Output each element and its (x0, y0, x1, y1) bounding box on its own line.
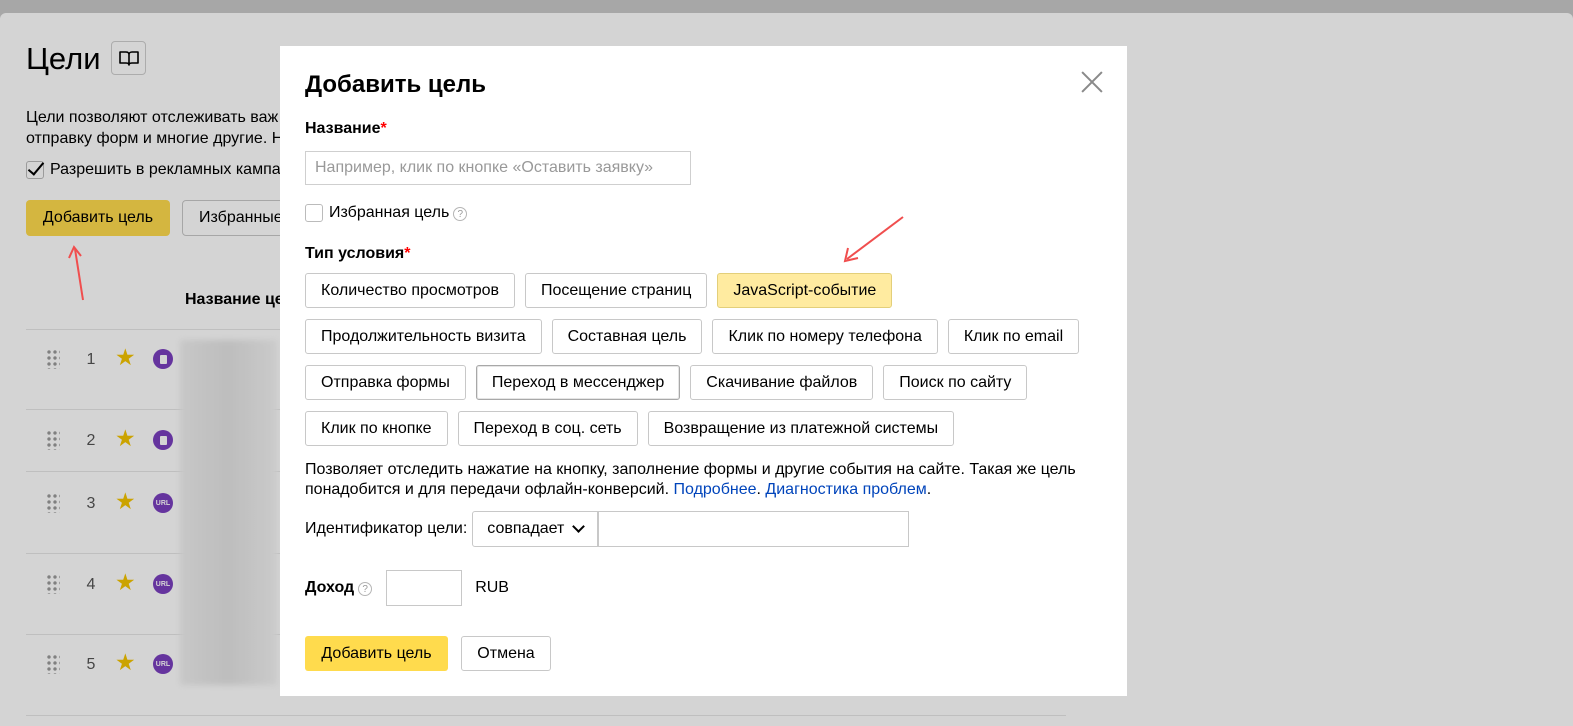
close-icon[interactable] (1080, 70, 1104, 94)
submit-add-goal-button[interactable]: Добавить цель (305, 636, 448, 671)
condition-page-visit-button[interactable]: Посещение страниц (525, 273, 708, 308)
name-field-label: Название* (305, 120, 387, 138)
diagnostics-link[interactable]: Диагностика проблем (765, 481, 926, 498)
goal-id-input[interactable] (598, 511, 910, 547)
arrow-annotation-icon (843, 216, 904, 263)
condition-payment-return-button[interactable]: Возвращение из платежной системы (647, 411, 955, 446)
condition-composite-button[interactable]: Составная цель (551, 319, 703, 354)
condition-site-search-button[interactable]: Поиск по сайту (883, 365, 1028, 400)
help-icon[interactable]: ? (358, 582, 373, 596)
cancel-button[interactable]: Отмена (461, 636, 551, 671)
goal-id-label: Идентификатор цели: (305, 520, 468, 537)
condition-js-event-button[interactable]: JavaScript-событие (717, 273, 893, 308)
condition-visit-duration-button[interactable]: Продолжительность визита (305, 319, 542, 354)
add-goal-dialog: Добавить цель Название* Избранная цель ?… (280, 46, 1127, 696)
required-mark: * (380, 120, 387, 137)
goal-id-row: Идентификатор цели: совпадает (305, 511, 910, 547)
condition-label-text: Тип условия (305, 245, 405, 262)
condition-button-click-button[interactable]: Клик по кнопке (305, 411, 448, 446)
condition-views-button[interactable]: Количество просмотров (305, 273, 515, 308)
arrow-annotation-icon (68, 245, 84, 301)
condition-type-label: Тип условия* (305, 245, 410, 263)
required-mark: * (404, 245, 411, 262)
goal-name-input[interactable] (305, 151, 691, 185)
condition-form-submit-button[interactable]: Отправка формы (305, 365, 466, 400)
match-type-value: совпадает (487, 520, 565, 537)
income-label: Доход (305, 579, 355, 596)
more-link[interactable]: Подробнее (674, 481, 757, 498)
condition-email-click-button[interactable]: Клик по email (947, 319, 1080, 354)
match-type-select[interactable]: совпадает (472, 511, 599, 547)
dialog-title: Добавить цель (305, 71, 487, 98)
condition-file-download-button[interactable]: Скачивание файлов (690, 365, 874, 400)
condition-type-options: Количество просмотров Посещение страниц … (305, 273, 1105, 457)
income-input[interactable] (386, 570, 463, 606)
help-icon[interactable]: ? (453, 207, 468, 221)
favorite-checkbox-box[interactable] (305, 204, 323, 222)
condition-social-button[interactable]: Переход в соц. сеть (457, 411, 638, 446)
condition-phone-click-button[interactable]: Клик по номеру телефона (712, 319, 938, 354)
income-row: Доход ? RUB (305, 570, 509, 606)
hint-end: . (926, 481, 932, 498)
chevron-down-icon (572, 520, 586, 533)
currency-label: RUB (475, 579, 509, 596)
name-label-text: Название (305, 120, 381, 137)
condition-hint: Позволяет отследить нажатие на кнопку, з… (305, 460, 1105, 500)
condition-messenger-button[interactable]: Переход в мессенджер (475, 365, 681, 400)
favorite-goal-checkbox[interactable]: Избранная цель ? (305, 204, 468, 222)
favorite-goal-label: Избранная цель (329, 204, 450, 221)
